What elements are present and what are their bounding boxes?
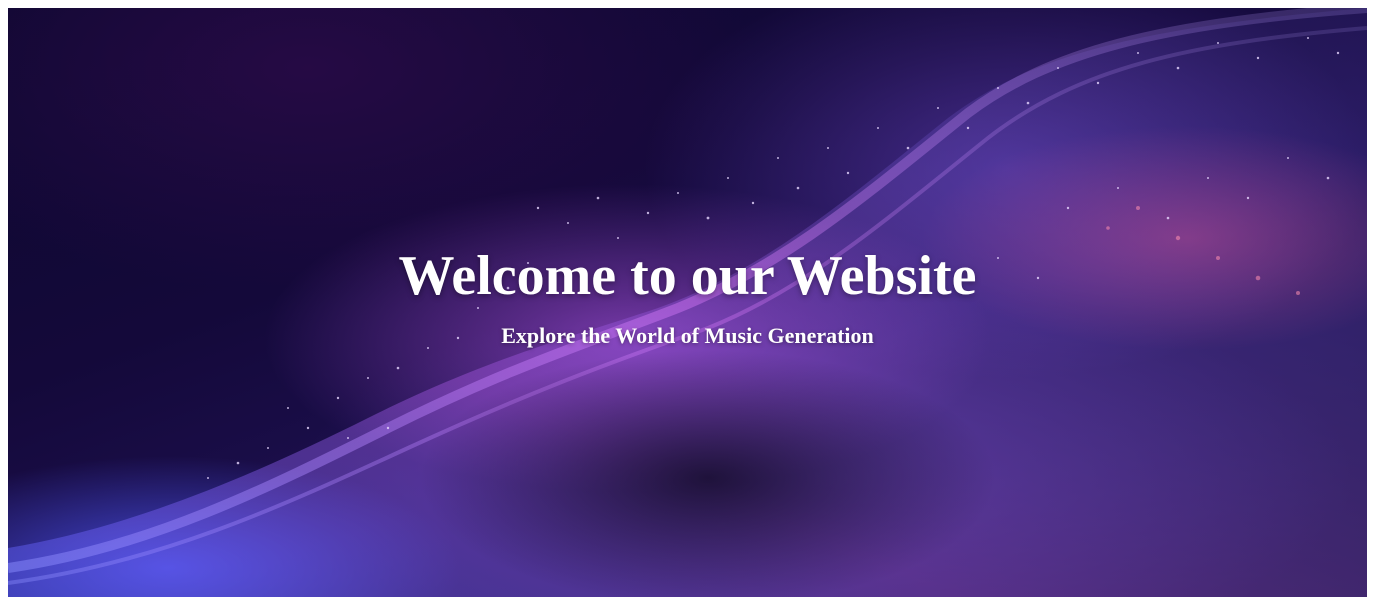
hero-text-block: Welcome to our Website Explore the World… bbox=[8, 244, 1367, 350]
page: Welcome to our Website Explore the World… bbox=[0, 0, 1375, 597]
hero-title: Welcome to our Website bbox=[398, 245, 977, 307]
hero-subtitle: Explore the World of Music Generation bbox=[501, 323, 874, 348]
hero-banner: Welcome to our Website Explore the World… bbox=[8, 8, 1367, 597]
